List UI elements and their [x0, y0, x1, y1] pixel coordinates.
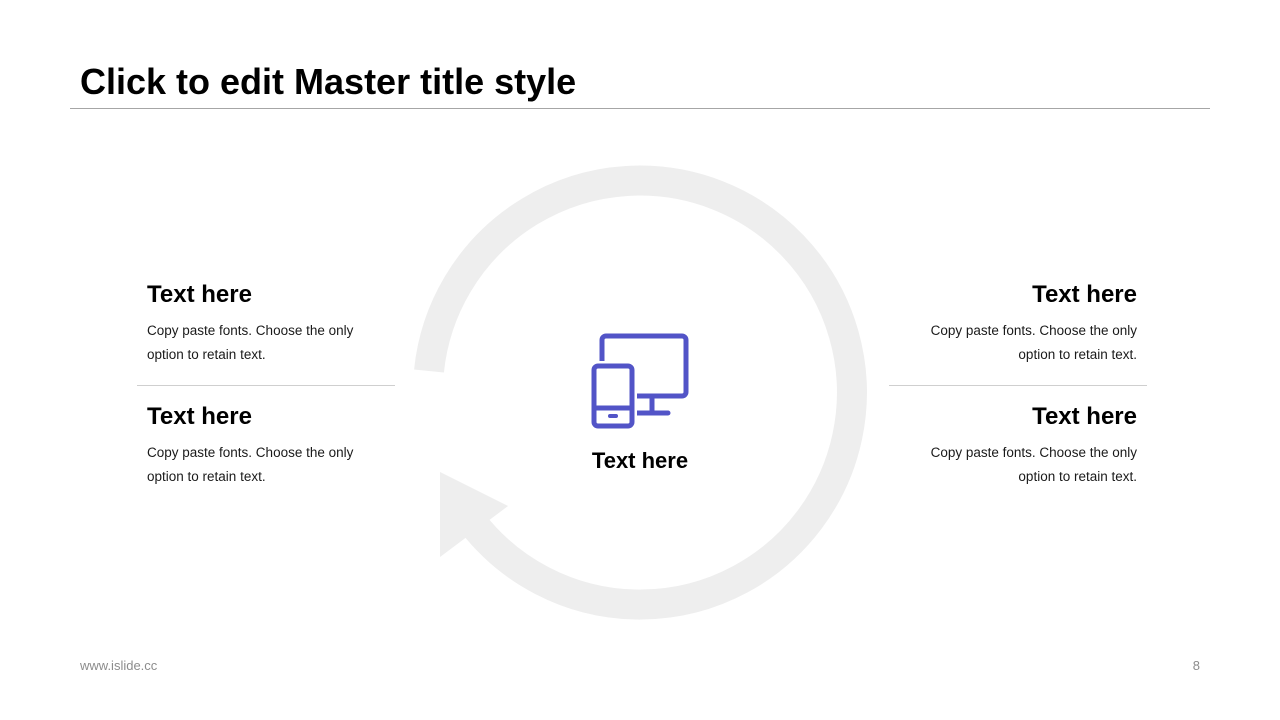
block-heading: Text here [147, 281, 252, 308]
text-block-top-left: Text here Copy paste fonts. Choose the o… [147, 281, 377, 367]
text-block-bottom-left: Text here Copy paste fonts. Choose the o… [147, 403, 377, 489]
text-block-top-right: Text here Copy paste fonts. Choose the o… [907, 281, 1137, 367]
block-heading: Text here [1032, 403, 1137, 430]
slide: Click to edit Master title style Text he… [0, 0, 1280, 720]
block-heading: Text here [147, 403, 252, 430]
block-body: Copy paste fonts. Choose the only option… [930, 323, 1137, 362]
footer-website: www.islide.cc [80, 658, 158, 673]
page-number: 8 [1192, 658, 1200, 673]
block-heading: Text here [1032, 281, 1137, 308]
text-block-bottom-right: Text here Copy paste fonts. Choose the o… [907, 403, 1137, 489]
devices-icon [590, 333, 689, 431]
center-label: Text here [591, 448, 689, 473]
left-divider [137, 385, 395, 386]
block-body: Copy paste fonts. Choose the only option… [147, 323, 354, 362]
block-body: Copy paste fonts. Choose the only option… [930, 445, 1137, 484]
block-body: Copy paste fonts. Choose the only option… [147, 445, 354, 484]
right-divider [889, 385, 1147, 386]
